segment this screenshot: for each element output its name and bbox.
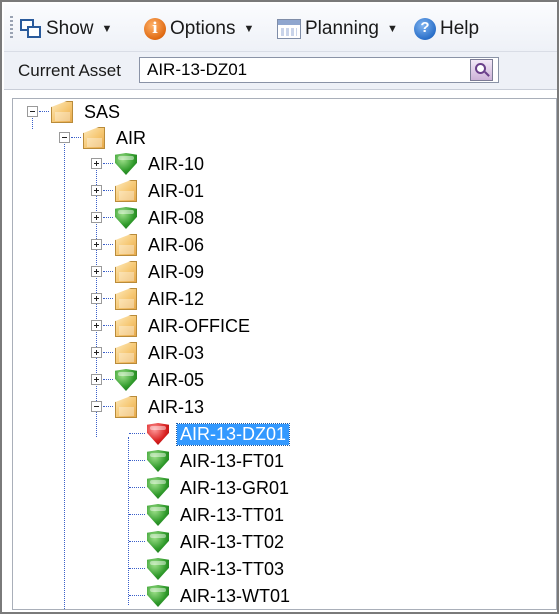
asset-tree[interactable]: SAS AIR AIR-10 AIR-01 AIR-08 AIR-06 AIR-… [12, 98, 557, 610]
asset-browser-window: Show ▼ Options ▼ Planning ▼ Help Current… [0, 0, 559, 614]
folder-icon [51, 101, 73, 123]
tree-node-label: AIR-08 [148, 208, 205, 228]
shield-icon [147, 423, 169, 445]
collapse-toggle[interactable] [27, 106, 38, 117]
help-icon [414, 18, 436, 40]
tree-node-label: AIR-13-WT01 [180, 586, 291, 606]
tree-node-air-13[interactable]: AIR-13 [13, 394, 556, 420]
expand-toggle[interactable] [91, 158, 102, 169]
tree-node-air-13-dz01[interactable]: AIR-13-DZ01 [13, 421, 556, 447]
planning-menu-button[interactable]: Planning ▼ [277, 14, 398, 44]
tree-node-air-06[interactable]: AIR-06 [13, 232, 556, 258]
folder-icon [115, 180, 137, 202]
asset-search-button[interactable] [470, 59, 493, 81]
toolbar: Show ▼ Options ▼ Planning ▼ Help [4, 4, 557, 52]
folder-icon [115, 261, 137, 283]
windows-icon [20, 19, 42, 39]
tree-node-air-13-wt01[interactable]: AIR-13-WT01 [13, 583, 556, 609]
chevron-down-icon: ▼ [386, 23, 398, 35]
folder-icon [115, 396, 137, 418]
toolbar-grip[interactable] [10, 16, 13, 38]
tree-node-label: AIR-OFFICE [148, 316, 250, 336]
tree-node-label: AIR-12 [148, 289, 205, 309]
tree-node-air-13-tt03[interactable]: AIR-13-TT03 [13, 556, 556, 582]
current-asset-input[interactable] [139, 57, 499, 83]
tree-node-air-13-tt02[interactable]: AIR-13-TT02 [13, 529, 556, 555]
tree-node-label: AIR-10 [148, 154, 205, 174]
info-icon [144, 18, 166, 40]
tree-node-air-10[interactable]: AIR-10 [13, 151, 556, 177]
shield-icon [115, 153, 137, 175]
folder-icon [115, 234, 137, 256]
expand-toggle[interactable] [91, 293, 102, 304]
folder-icon [83, 127, 105, 149]
shield-icon [147, 531, 169, 553]
expand-toggle[interactable] [91, 347, 102, 358]
expand-toggle[interactable] [91, 212, 102, 223]
folder-icon [115, 315, 137, 337]
expand-toggle[interactable] [91, 239, 102, 250]
tree-node-label: AIR-13 [148, 397, 205, 417]
tree-node-label: AIR-13-DZ01 [175, 423, 291, 446]
shield-icon [115, 207, 137, 229]
calendar-icon [277, 19, 301, 39]
tree-node-label: AIR-05 [148, 370, 205, 390]
expand-toggle[interactable] [91, 320, 102, 331]
tree-node-label: AIR-13-TT01 [180, 505, 285, 525]
help-label: Help [440, 18, 480, 39]
tree-node-air-03[interactable]: AIR-03 [13, 340, 556, 366]
collapse-toggle[interactable] [59, 132, 70, 143]
chevron-down-icon: ▼ [243, 23, 255, 35]
tree-node-label: AIR-13-TT02 [180, 532, 285, 552]
tree-node-air-05[interactable]: AIR-05 [13, 367, 556, 393]
tree-node-label: AIR [116, 128, 147, 148]
expand-toggle[interactable] [91, 374, 102, 385]
tree-node-air-13-ft01[interactable]: AIR-13-FT01 [13, 448, 556, 474]
tree-node-air-01[interactable]: AIR-01 [13, 178, 556, 204]
options-menu-button[interactable]: Options ▼ [144, 14, 254, 44]
shield-icon [147, 477, 169, 499]
tree-node-air-13-tt01[interactable]: AIR-13-TT01 [13, 502, 556, 528]
tree-node-label: AIR-06 [148, 235, 205, 255]
current-asset-bar: Current Asset [4, 52, 557, 90]
show-menu-label: Show [46, 18, 94, 39]
tree-node-air[interactable]: AIR [13, 125, 556, 151]
folder-icon [115, 342, 137, 364]
shield-icon [147, 504, 169, 526]
tree-node-sas[interactable]: SAS [13, 99, 556, 125]
tree-node-label: AIR-13-FT01 [180, 451, 285, 471]
expand-toggle[interactable] [91, 185, 102, 196]
help-button[interactable]: Help [414, 14, 479, 44]
shield-icon [147, 585, 169, 607]
chevron-down-icon: ▼ [101, 23, 113, 35]
tree-node-air-13-gr01[interactable]: AIR-13-GR01 [13, 475, 556, 501]
tree-node-label: AIR-09 [148, 262, 205, 282]
folder-icon [115, 288, 137, 310]
tree-node-label: AIR-13-GR01 [180, 478, 290, 498]
shield-icon [115, 369, 137, 391]
tree-node-air-office[interactable]: AIR-OFFICE [13, 313, 556, 339]
options-menu-label: Options [170, 18, 236, 39]
shield-icon [147, 558, 169, 580]
expand-toggle[interactable] [91, 266, 102, 277]
shield-icon [147, 450, 169, 472]
tree-node-air-08[interactable]: AIR-08 [13, 205, 556, 231]
current-asset-label: Current Asset [18, 61, 121, 80]
tree-node-air-09[interactable]: AIR-09 [13, 259, 556, 285]
tree-node-air-12[interactable]: AIR-12 [13, 286, 556, 312]
tree-node-label: AIR-01 [148, 181, 205, 201]
collapse-toggle[interactable] [91, 401, 102, 412]
tree-node-label: AIR-13-TT03 [180, 559, 285, 579]
show-menu-button[interactable]: Show ▼ [20, 14, 112, 44]
tree-node-label: AIR-03 [148, 343, 205, 363]
tree-node-label: SAS [84, 102, 121, 122]
planning-menu-label: Planning [305, 18, 379, 39]
